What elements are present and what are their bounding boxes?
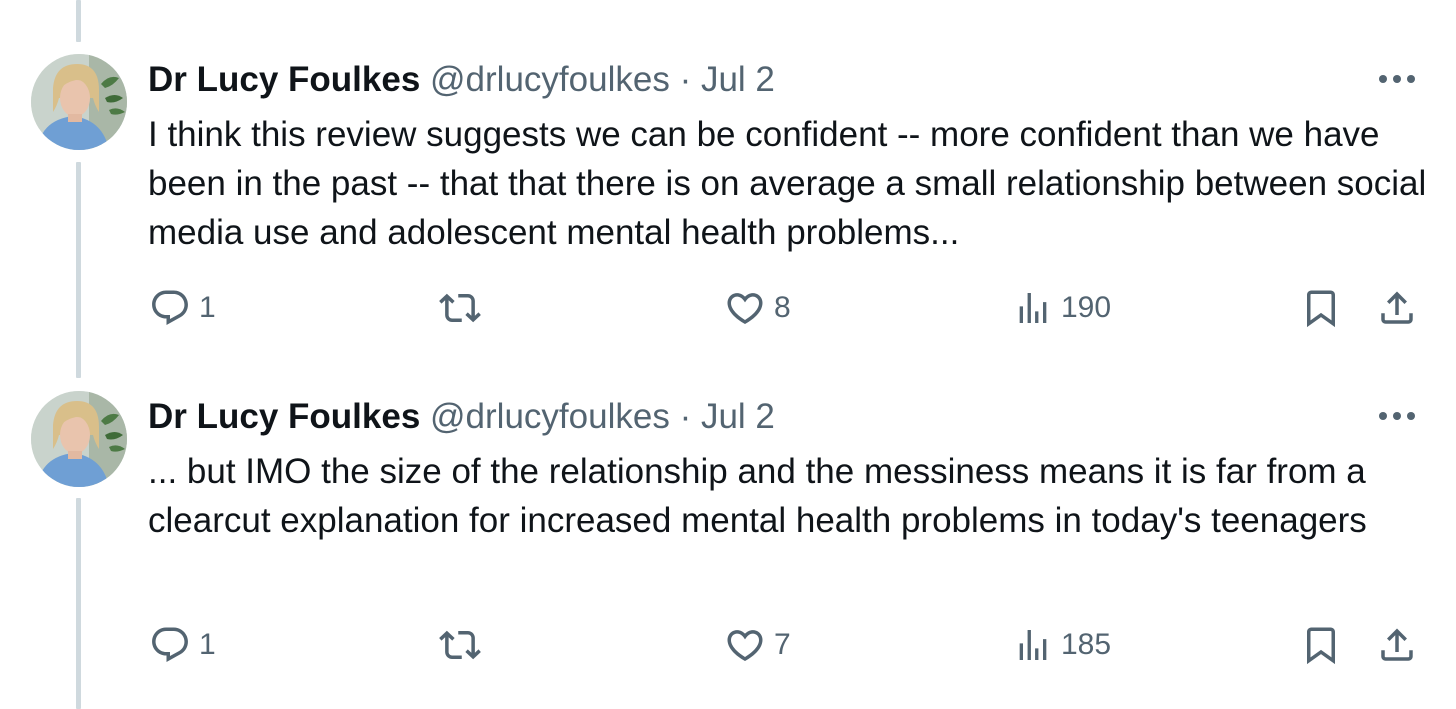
tweet-text: ... but IMO the size of the relationship… [148, 452, 1367, 540]
like-count: 8 [774, 291, 791, 324]
views-count: 190 [1061, 291, 1112, 324]
separator-dot: · [679, 397, 692, 436]
author-handle[interactable]: @drlucyfoulkes [430, 60, 670, 99]
avatar[interactable] [31, 391, 127, 487]
share-button[interactable] [1376, 286, 1418, 330]
more-icon[interactable] [1376, 401, 1418, 431]
tweet-actions: 1 7 185 [0, 623, 1456, 667]
tweet-actions: 1 8 190 [0, 286, 1456, 330]
retweet-icon [437, 624, 483, 666]
author-name[interactable]: Dr Lucy Foulkes [148, 397, 420, 436]
thread-line-bottom [76, 498, 81, 709]
retweet-button[interactable] [437, 286, 491, 330]
views-button[interactable]: 190 [1013, 286, 1111, 330]
reply-icon [149, 287, 191, 329]
reply-button[interactable]: 1 [149, 286, 216, 330]
more-icon[interactable] [1376, 64, 1418, 94]
reply-count: 1 [199, 291, 216, 324]
like-button[interactable]: 8 [724, 286, 791, 330]
heart-icon [724, 287, 766, 329]
like-button[interactable]: 7 [724, 623, 791, 667]
reply-icon [149, 624, 191, 666]
share-icon [1376, 624, 1418, 666]
tweet-text: I think this review suggests we can be c… [148, 115, 1427, 252]
separator-dot: · [679, 60, 692, 99]
tweet-header: Dr Lucy Foulkes @drlucyfoulkes · Jul 2 [148, 397, 775, 437]
author-name[interactable]: Dr Lucy Foulkes [148, 60, 420, 99]
heart-icon [724, 624, 766, 666]
retweet-button[interactable] [437, 623, 491, 667]
reply-count: 1 [199, 628, 216, 661]
tweet-header: Dr Lucy Foulkes @drlucyfoulkes · Jul 2 [148, 60, 775, 100]
tweet-date[interactable]: Jul 2 [701, 60, 775, 99]
bookmark-icon [1300, 624, 1342, 666]
thread-line-top [76, 0, 81, 42]
author-handle[interactable]: @drlucyfoulkes [430, 397, 670, 436]
thread-line-middle [76, 162, 81, 378]
like-count: 7 [774, 628, 791, 661]
views-count: 185 [1061, 628, 1112, 661]
bookmark-icon [1300, 287, 1342, 329]
reply-button[interactable]: 1 [149, 623, 216, 667]
bookmark-button[interactable] [1300, 623, 1342, 667]
share-icon [1376, 287, 1418, 329]
share-button[interactable] [1376, 623, 1418, 667]
views-icon [1013, 624, 1053, 666]
retweet-icon [437, 287, 483, 329]
avatar[interactable] [31, 54, 127, 150]
views-button[interactable]: 185 [1013, 623, 1111, 667]
bookmark-button[interactable] [1300, 286, 1342, 330]
tweet-date[interactable]: Jul 2 [701, 397, 775, 436]
views-icon [1013, 287, 1053, 329]
